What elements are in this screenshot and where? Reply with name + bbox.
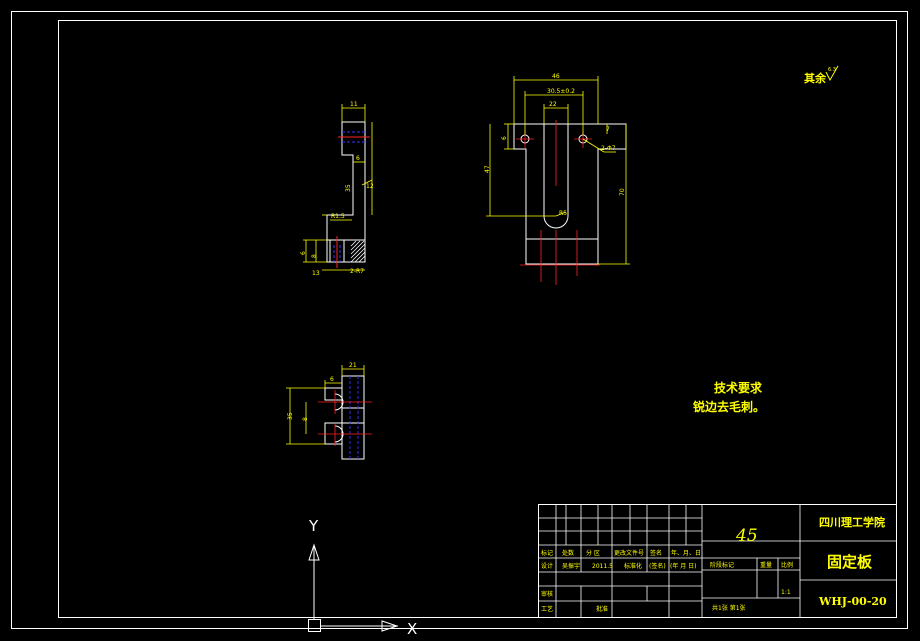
- front-view-dimensions: [486, 76, 630, 265]
- svg-text:阶段标记: 阶段标记: [710, 561, 734, 569]
- svg-text:11: 11: [350, 101, 358, 108]
- svg-text:处数: 处数: [562, 549, 574, 557]
- svg-text:2-Φ7: 2-Φ7: [601, 145, 616, 152]
- title-block-main: 45 四川理工学院 固定板 WHJ-00-20: [735, 515, 887, 608]
- svg-text:7: 7: [606, 126, 610, 133]
- svg-text:重量: 重量: [760, 561, 772, 569]
- ucs-x-label: X: [407, 620, 417, 638]
- svg-text:46: 46: [552, 73, 560, 80]
- front-view-centerlines: [516, 120, 600, 285]
- front-view-dim-text: 46 30.5±0.2 22 2-Φ7 6 47 70 R5 7: [484, 73, 626, 217]
- svg-text:35: 35: [345, 184, 352, 192]
- svg-text:6: 6: [356, 155, 360, 162]
- svg-text:2-R7: 2-R7: [350, 268, 364, 275]
- title-block-text: 标记 处数 分 区 更改文件号 签名 年、月、日 设计 吴振宇 2011.5 标…: [541, 549, 793, 613]
- svg-text:8: 8: [302, 417, 309, 421]
- svg-text:签名: 签名: [650, 549, 662, 557]
- svg-text:吴振宇: 吴振宇: [562, 562, 580, 570]
- svg-text:技术要求: 技术要求: [714, 380, 763, 395]
- svg-text:比例: 比例: [781, 561, 793, 569]
- svg-text:22: 22: [549, 101, 557, 108]
- svg-text:13: 13: [312, 270, 320, 277]
- svg-text:21: 21: [349, 362, 357, 369]
- svg-text:6: 6: [300, 251, 307, 255]
- drawing-canvas[interactable]: 11 6 12 35 R1.5 6 8 13 2-R7 46 30.5±0.2 …: [0, 0, 920, 641]
- svg-text:8: 8: [311, 254, 318, 258]
- svg-text:6.3: 6.3: [828, 67, 836, 73]
- svg-text:6: 6: [501, 136, 508, 140]
- svg-text:70: 70: [619, 188, 626, 196]
- svg-text:分 区: 分 区: [586, 549, 600, 557]
- svg-text:1:1: 1:1: [781, 589, 791, 596]
- technical-requirements: 技术要求 锐边去毛刺。: [693, 380, 765, 414]
- svg-text:标准化: 标准化: [624, 562, 642, 570]
- svg-text:(年 月 日): (年 月 日): [670, 562, 697, 570]
- side-view: [326, 121, 370, 268]
- svg-text:2011.5: 2011.5: [592, 563, 613, 570]
- part-name: 固定板: [827, 553, 873, 571]
- ucs-icon[interactable]: [308, 543, 399, 632]
- svg-text:35: 35: [287, 412, 294, 420]
- top-view-hidden: [349, 376, 359, 459]
- svg-text:工艺: 工艺: [541, 605, 553, 613]
- outer-border: [11, 11, 908, 629]
- inner-border: [58, 20, 897, 618]
- roughness-note: 其余 6.3: [804, 65, 839, 85]
- svg-text:6: 6: [330, 376, 334, 383]
- school-name: 四川理工学院: [819, 515, 885, 529]
- svg-text:锐边去毛刺。: 锐边去毛刺。: [693, 399, 765, 414]
- svg-text:审核: 审核: [541, 590, 553, 598]
- svg-text:R1.5: R1.5: [331, 213, 345, 220]
- svg-text:R5: R5: [559, 210, 567, 217]
- ucs-y-label: Y: [308, 517, 319, 535]
- svg-text:47: 47: [484, 165, 491, 173]
- svg-text:其余: 其余: [804, 71, 827, 85]
- svg-text:年、月、日: 年、月、日: [671, 549, 701, 557]
- top-view-dim-text: 21 6 8 35: [287, 362, 357, 421]
- svg-text:12: 12: [366, 183, 374, 190]
- svg-text:设计: 设计: [541, 562, 553, 570]
- svg-text:共1张 第1张: 共1张 第1张: [712, 604, 746, 612]
- svg-text:30.5±0.2: 30.5±0.2: [547, 88, 575, 95]
- svg-text:批准: 批准: [596, 605, 608, 613]
- drawing-number: WHJ-00-20: [818, 595, 887, 608]
- material: 45: [735, 526, 758, 546]
- svg-text:更改文件号: 更改文件号: [614, 549, 644, 557]
- svg-text:标记: 标记: [541, 549, 553, 557]
- svg-text:(签名): (签名): [649, 562, 666, 570]
